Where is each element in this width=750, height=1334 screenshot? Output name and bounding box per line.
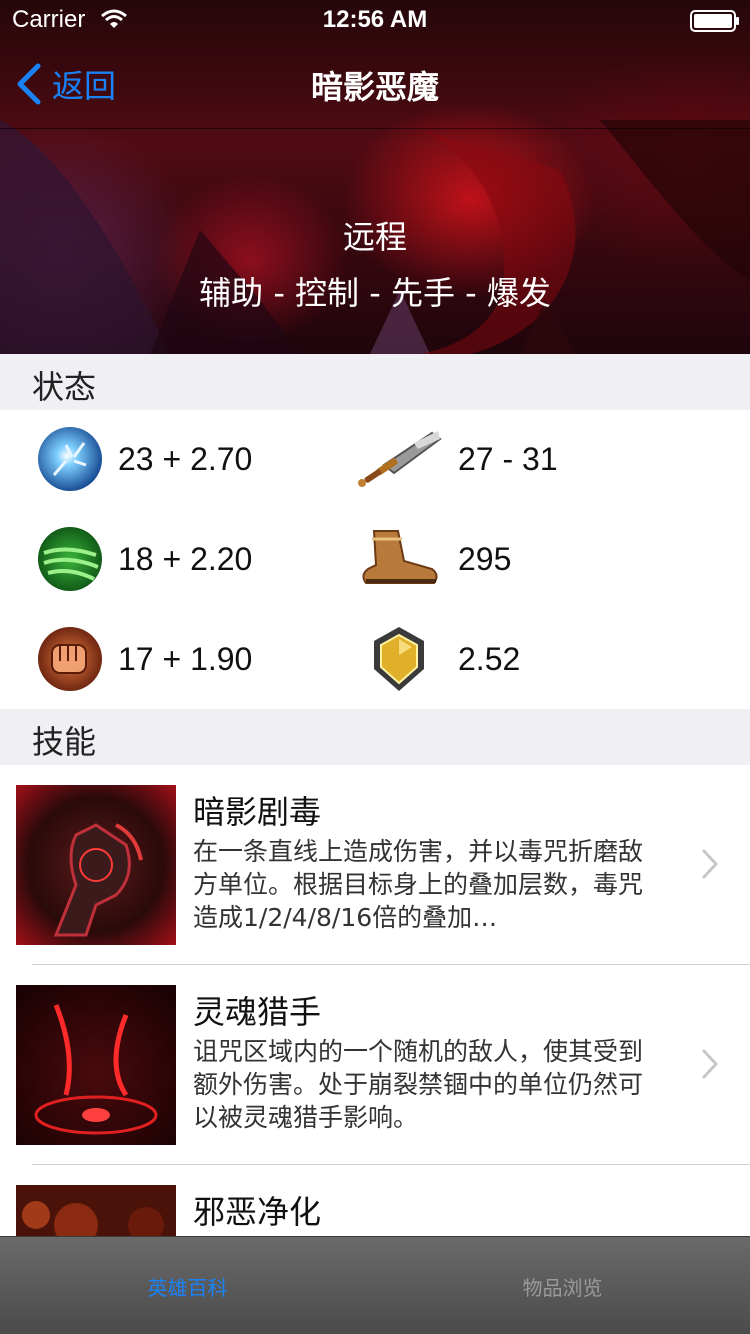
chevron-right-icon <box>702 1049 719 1079</box>
stat-value-agility: 18 + 2.20 <box>118 540 253 577</box>
skill-description: 诅咒区域内的一个随机的敌人，使其受到额外伤害。处于崩裂禁锢中的单位仍然可以被灵魂… <box>193 1037 644 1132</box>
skill-name: 暗影剧毒 <box>193 793 322 831</box>
hero-roles: 辅助 - 控制 - 先手 - 爆发 <box>199 274 551 312</box>
skill-name: 邪恶净化 <box>193 1193 322 1231</box>
page-title: 暗影恶魔 <box>310 68 439 106</box>
section-title-stats: 状态 <box>32 368 97 406</box>
stat-damage: 27 - 31 <box>354 424 558 494</box>
nav-divider <box>0 128 750 129</box>
stat-value-intelligence: 23 + 2.70 <box>118 440 253 477</box>
intelligence-icon <box>38 427 102 491</box>
stat-armor: 2.52 <box>354 624 520 694</box>
skill-name: 灵魂猎手 <box>193 993 322 1031</box>
section-header-stats: 状态 <box>0 354 750 410</box>
stat-value-armor: 2.52 <box>458 640 521 677</box>
strength-icon <box>38 627 102 691</box>
chevron-right-icon <box>702 849 719 879</box>
boots-icon <box>362 530 438 584</box>
stat-agility: 18 + 2.20 <box>36 524 252 594</box>
section-title-skills: 技能 <box>32 723 97 761</box>
battery-icon <box>690 10 739 32</box>
tab-hero-encyclopedia[interactable]: 英雄百科 <box>0 1237 375 1334</box>
armor-shield-icon <box>374 627 424 691</box>
section-header-skills: 技能 <box>0 709 750 765</box>
skill-description: 在一条直线上造成伤害，并以毒咒折磨敌方单位。根据目标身上的叠加层数，毒咒造成1/… <box>193 837 644 932</box>
hero-attack-range: 远程 <box>342 218 407 256</box>
sword-icon <box>358 431 442 487</box>
agility-icon <box>38 527 102 591</box>
tab-bar: 英雄百科 物品浏览 <box>0 1236 750 1334</box>
status-bar: Carrier 12:56 AM <box>0 0 750 40</box>
stat-value-move-speed: 295 <box>458 540 512 577</box>
skill-row[interactable]: 暗影剧毒 在一条直线上造成伤害，并以毒咒折磨敌方单位。根据目标身上的叠加层数，毒… <box>0 765 750 965</box>
clock: 12:56 AM <box>322 6 428 33</box>
tab-item-browser[interactable]: 物品浏览 <box>375 1237 750 1334</box>
skill-icon <box>16 985 176 1145</box>
stat-move-speed: 295 <box>354 524 511 594</box>
stat-strength: 17 + 1.90 <box>36 624 252 694</box>
stat-value-damage: 27 - 31 <box>458 440 558 477</box>
stat-value-strength: 17 + 1.90 <box>118 640 253 677</box>
skill-icon <box>16 785 176 945</box>
skill-row[interactable]: 灵魂猎手 诅咒区域内的一个随机的敌人，使其受到额外伤害。处于崩裂禁锢中的单位仍然… <box>0 965 750 1165</box>
stat-intelligence: 23 + 2.70 <box>36 424 252 494</box>
